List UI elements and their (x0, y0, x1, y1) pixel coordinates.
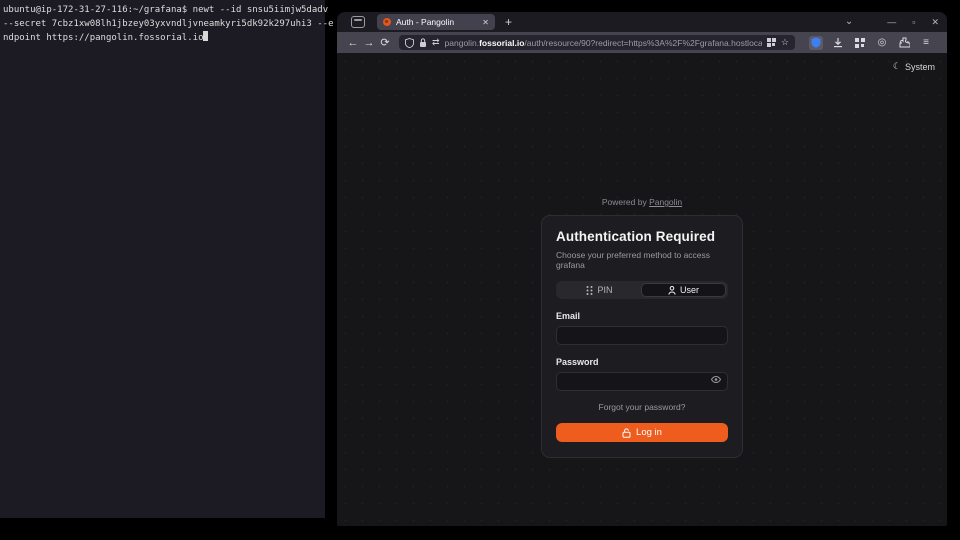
moon-icon: ☾ (893, 61, 901, 72)
eye-icon[interactable] (711, 376, 721, 383)
browser-tab[interactable]: Auth - Pangolin ✕ (377, 14, 495, 30)
card-title: Authentication Required (556, 229, 728, 244)
back-button[interactable]: ← (345, 37, 361, 49)
firefox-view-icon[interactable] (351, 16, 365, 28)
powered-by: Powered by Pangolin (541, 197, 743, 207)
terminal-cursor (203, 31, 208, 41)
browser-titlebar: Auth - Pangolin ✕ + ⌄ — ▫ ✕ (337, 12, 947, 32)
browser-window: Auth - Pangolin ✕ + ⌄ — ▫ ✕ ← → ⟳ ⇄ pang… (337, 12, 947, 526)
tab-user-label: User (680, 285, 699, 295)
container-grid-icon[interactable] (767, 38, 776, 47)
nav-toolbar: ← → ⟳ ⇄ pangolin.fossorial.io/auth/resou… (337, 32, 947, 53)
download-icon[interactable] (831, 36, 845, 50)
tab-user[interactable]: User (641, 283, 726, 297)
auth-card: Authentication Required Choose your pref… (541, 215, 743, 458)
url-text: pangolin.fossorial.io/auth/resource/90?r… (445, 38, 762, 48)
password-label: Password (556, 357, 728, 367)
method-tabs: PIN User (556, 281, 728, 299)
alt-service-icon[interactable]: ⇄ (432, 37, 440, 48)
tab-title: Auth - Pangolin (396, 17, 477, 27)
login-lock-icon (622, 428, 631, 438)
login-button[interactable]: Log in (556, 423, 728, 442)
email-input[interactable] (556, 326, 728, 345)
pangolin-favicon-icon (383, 18, 391, 26)
tab-close-icon[interactable]: ✕ (482, 18, 489, 27)
page-content: ☾ System Powered by Pangolin Authenticat… (337, 53, 947, 526)
password-input[interactable] (556, 372, 728, 391)
tracking-shield-icon[interactable] (405, 38, 414, 48)
terminal-line: ubuntu@ip-172-31-27-116:~/grafana$ newt … (3, 4, 322, 18)
card-subtitle: Choose your preferred method to access g… (556, 250, 728, 270)
terminal-window[interactable]: ubuntu@ip-172-31-27-116:~/grafana$ newt … (0, 0, 325, 518)
reload-button[interactable]: ⟳ (377, 36, 393, 49)
url-bar[interactable]: ⇄ pangolin.fossorial.io/auth/resource/90… (399, 35, 795, 50)
close-button[interactable]: ✕ (931, 18, 939, 27)
login-label: Log in (636, 427, 662, 438)
ublock-extension-icon[interactable] (809, 36, 823, 50)
extensions-puzzle-icon[interactable] (897, 36, 911, 50)
tab-pin-label: PIN (597, 285, 612, 295)
user-icon (668, 286, 676, 295)
minimize-button[interactable]: — (887, 18, 896, 27)
theme-toggle[interactable]: ☾ System (893, 61, 935, 72)
circle-extension-icon[interactable]: ◎ (875, 36, 889, 50)
powered-by-link[interactable]: Pangolin (649, 197, 682, 207)
extension-grid-icon[interactable] (853, 36, 867, 50)
pin-keypad-icon (586, 286, 593, 295)
theme-label: System (905, 62, 935, 72)
forward-button[interactable]: → (361, 37, 377, 49)
forgot-password-link[interactable]: Forgot your password? (556, 402, 728, 412)
bookmark-star-icon[interactable]: ☆ (781, 37, 789, 48)
list-tabs-chevron-icon[interactable]: ⌄ (845, 17, 853, 27)
menu-hamburger-icon[interactable]: ≡ (919, 36, 933, 50)
email-label: Email (556, 311, 728, 321)
new-tab-button[interactable]: + (505, 15, 512, 29)
terminal-line: ndpoint https://pangolin.fossorial.io (3, 31, 322, 46)
maximize-button[interactable]: ▫ (912, 18, 915, 27)
tab-pin[interactable]: PIN (558, 283, 641, 297)
terminal-line: --secret 7cbz1xw08lh1jbzey03yxvndljvneam… (3, 18, 322, 32)
lock-icon[interactable] (419, 38, 427, 48)
